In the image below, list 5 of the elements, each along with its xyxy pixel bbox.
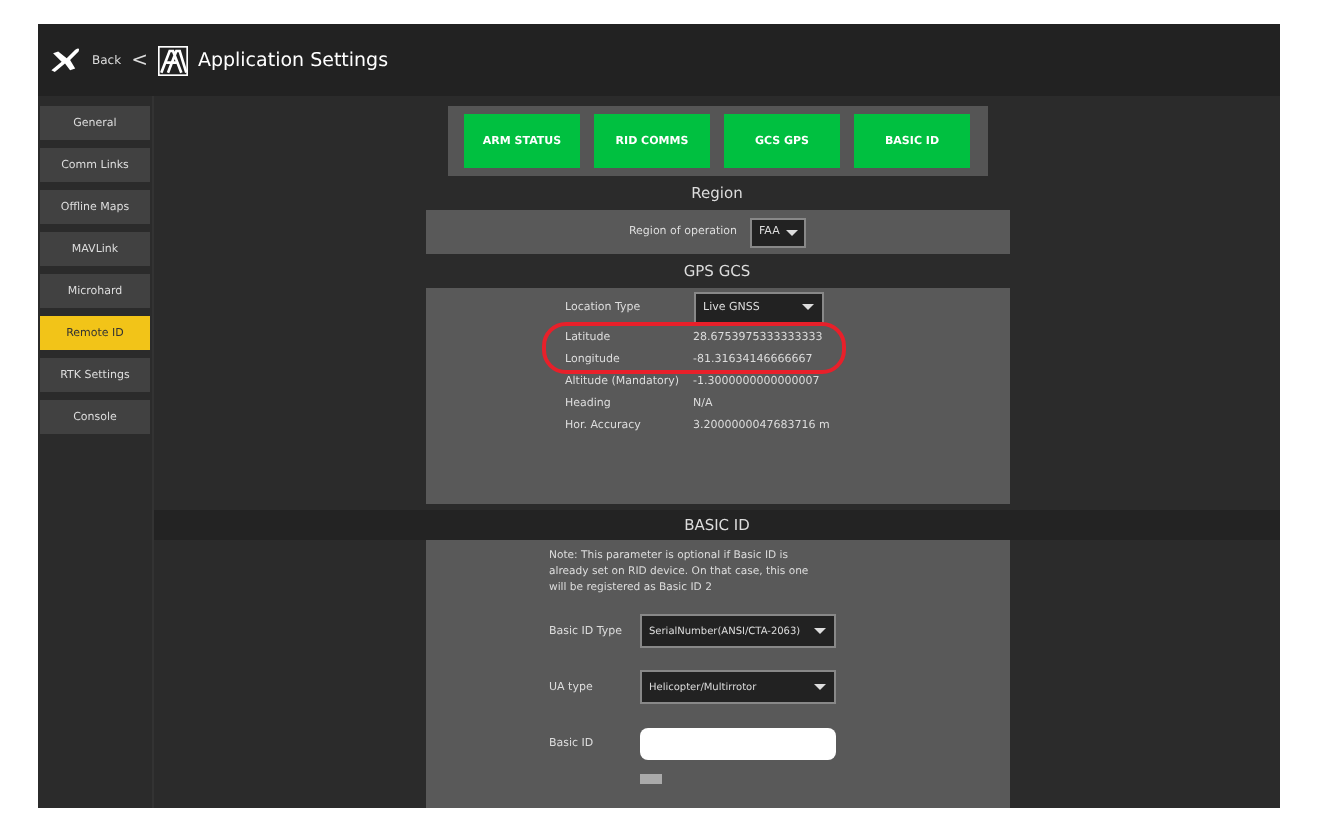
logo-icon [157, 45, 188, 75]
checkbox[interactable] [639, 773, 661, 784]
back-arrow[interactable]: < [131, 49, 148, 71]
input-field[interactable] [639, 727, 835, 760]
window-title: Application Settings [197, 49, 389, 71]
